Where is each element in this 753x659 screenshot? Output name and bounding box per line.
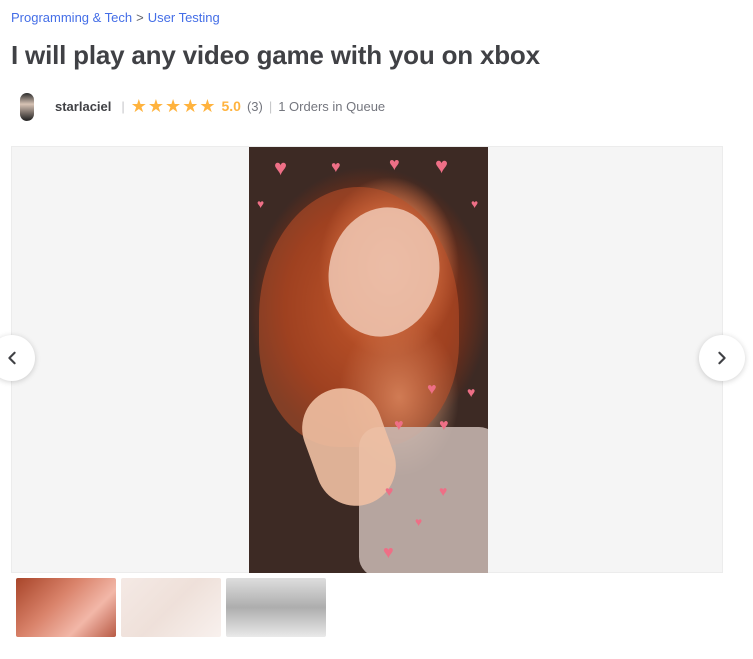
gallery-next-button[interactable] [699,335,745,381]
thumbnail-2[interactable] [121,578,221,637]
star-icon: ★ [199,96,216,116]
gallery-main-image[interactable]: ♥ ♥ ♥ ♥ ♥ ♥ ♥ ♥ ♥ ♥ ♥ ♥ ♥ ♥ [249,147,488,573]
star-icon: ★ [147,96,165,116]
heart-icon: ♥ [385,483,394,499]
heart-icon: ♥ [331,159,341,176]
breadcrumb: Programming & Tech > User Testing [11,10,220,25]
thumbnail-image [226,578,326,637]
heart-icon: ♥ [257,197,265,211]
gig-title: I will play any video game with you on x… [11,40,540,70]
star-icon: ★ [182,96,199,116]
thumbnail-image [121,578,221,637]
heart-icon: ♥ [274,155,288,180]
heart-icon: ♥ [435,153,449,178]
thumbnail-3[interactable] [226,578,326,637]
heart-icon: ♥ [383,542,394,562]
avatar-image [20,93,34,121]
heart-icon: ♥ [415,515,423,529]
review-count-link[interactable]: (3) [247,99,263,114]
heart-icon: ♥ [439,417,449,434]
breadcrumb-subcategory-link[interactable]: User Testing [148,10,220,25]
breadcrumb-separator: > [136,10,144,25]
seller-avatar[interactable] [11,91,41,121]
chevron-right-icon [718,351,726,365]
heart-icon: ♥ [389,154,400,174]
divider: | [268,98,273,114]
seller-overview: starlaciel | ★ ★ ★ ★ ★ 5.0 (3) | 1 Order… [11,88,385,124]
star-icon: ★ [130,96,147,116]
orders-in-queue: 1 Orders in Queue [278,98,386,114]
rating-score: 5.0 [221,98,241,114]
heart-icon: ♥ [467,384,476,400]
thumbnail-1[interactable] [16,578,116,637]
gallery-thumbnails [16,578,326,637]
gig-gallery: ♥ ♥ ♥ ♥ ♥ ♥ ♥ ♥ ♥ ♥ ♥ ♥ ♥ ♥ [11,146,723,573]
breadcrumb-category-link[interactable]: Programming & Tech [11,10,132,25]
chevron-left-icon [8,351,16,365]
divider: | [121,98,125,114]
heart-icon: ♥ [427,381,437,398]
star-icon: ★ [165,96,182,116]
star-rating: ★ ★ ★ ★ ★ [131,97,216,115]
heart-icon: ♥ [439,483,448,499]
heart-icon: ♥ [471,197,479,211]
heart-icon: ♥ [394,417,404,434]
thumbnail-image [16,578,116,637]
seller-name-link[interactable]: starlaciel [55,99,111,114]
